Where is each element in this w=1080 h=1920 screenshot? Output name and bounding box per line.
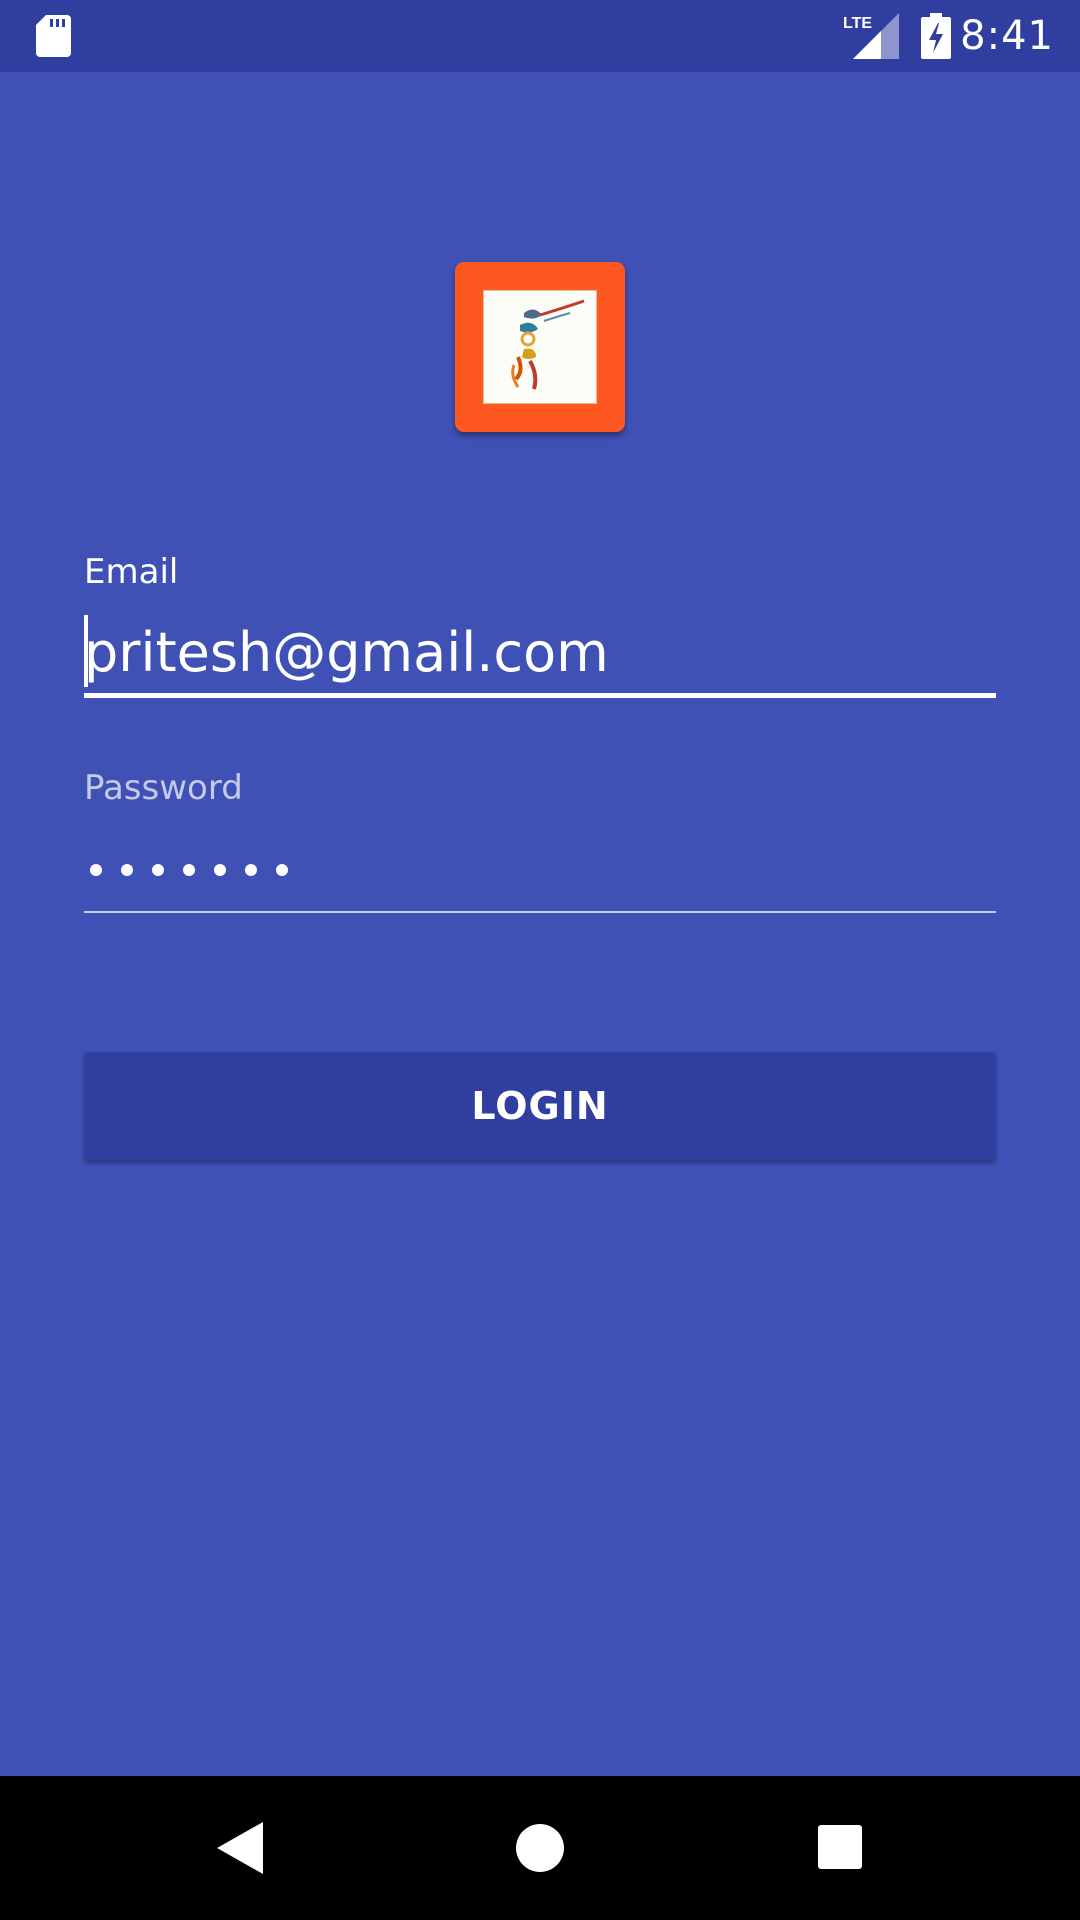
app-logo-icon <box>511 299 585 390</box>
password-field[interactable] <box>90 860 288 880</box>
password-dot <box>276 864 288 876</box>
password-label: Password <box>84 768 243 808</box>
app-logo <box>455 262 625 432</box>
email-field-underline <box>84 693 996 698</box>
login-screen: LTE 8:41 Email pritesh@gmail.com Passwor… <box>0 0 1080 1920</box>
password-dot <box>90 864 102 876</box>
battery-charging-icon <box>921 13 951 59</box>
password-dot <box>121 864 133 876</box>
email-field[interactable]: pritesh@gmail.com <box>84 618 996 688</box>
status-bar: LTE 8:41 <box>0 0 1080 72</box>
status-bar-time: 8:41 <box>960 13 1054 59</box>
login-button[interactable]: LOGIN <box>84 1052 996 1160</box>
password-field-underline <box>84 911 996 913</box>
back-icon[interactable] <box>217 1822 263 1874</box>
sd-card-icon <box>36 15 71 57</box>
password-dot <box>214 864 226 876</box>
lte-signal-icon: LTE <box>843 13 899 59</box>
password-dot <box>152 864 164 876</box>
text-cursor <box>84 615 88 687</box>
app-logo-image <box>483 290 597 404</box>
password-dot <box>245 864 257 876</box>
recents-icon[interactable] <box>818 1825 862 1869</box>
password-dot <box>183 864 195 876</box>
lte-label: LTE <box>843 15 872 32</box>
home-icon[interactable] <box>516 1824 564 1872</box>
email-label: Email <box>84 552 179 592</box>
